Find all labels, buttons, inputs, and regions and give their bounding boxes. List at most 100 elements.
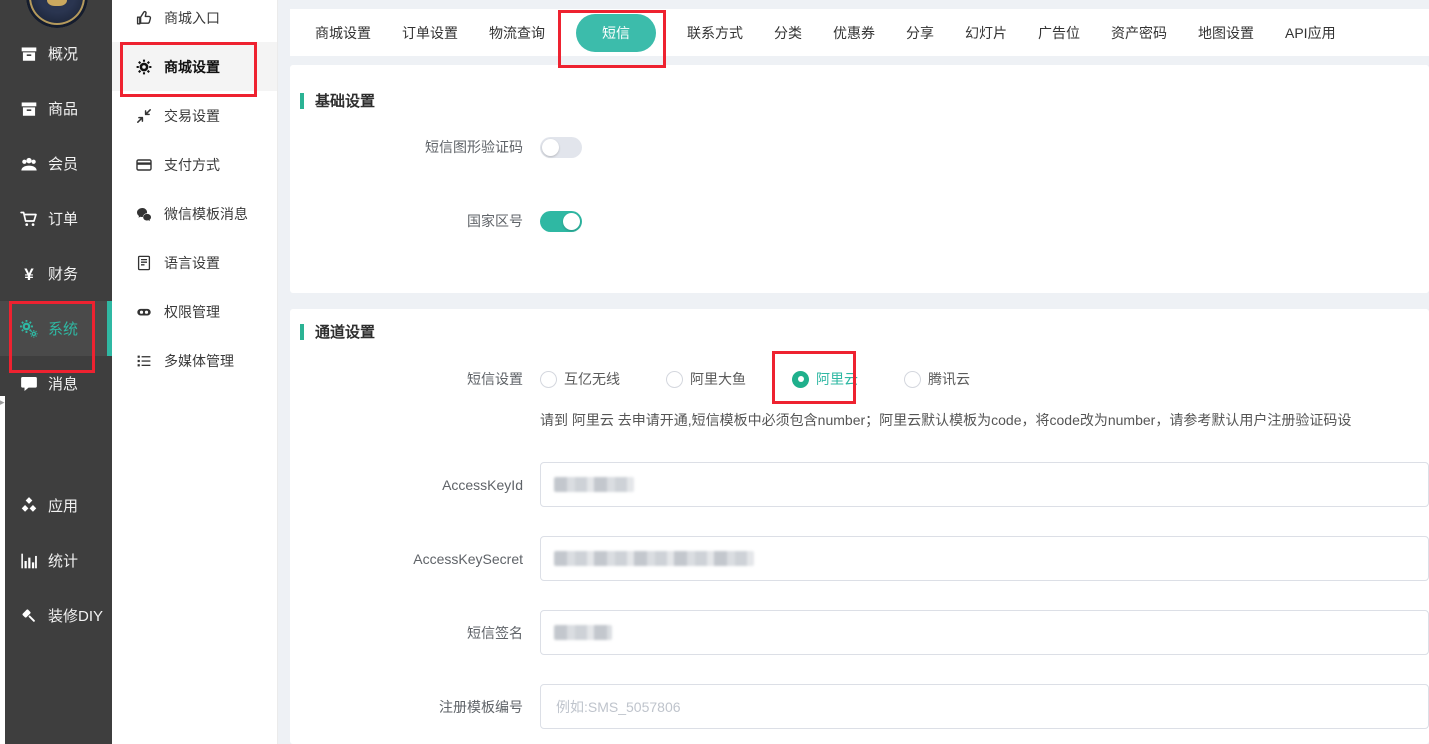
submenu-item-language-settings[interactable]: 语言设置: [112, 238, 277, 287]
apps-cubes-icon: [20, 497, 38, 515]
tab-order-settings[interactable]: 订单设置: [402, 14, 458, 52]
submenu-item-label: 语言设置: [164, 253, 220, 273]
credit-card-icon: [136, 157, 152, 173]
field-label: 短信设置: [290, 369, 540, 389]
tab-map-settings[interactable]: 地图设置: [1198, 14, 1254, 52]
sms-provider-radio-group: 互亿无线 阿里大鱼 阿里云 腾讯云: [540, 369, 970, 389]
submenu-item-label: 商城入口: [164, 8, 220, 28]
primary-nav: 概况 商品 会员 订单 ¥ 财务: [0, 26, 112, 411]
sidebar-item-stats[interactable]: 统计: [0, 533, 112, 588]
submenu-item-label: 多媒体管理: [164, 351, 234, 371]
tab-coupon[interactable]: 优惠券: [833, 14, 875, 52]
finance-yen-icon: ¥: [20, 265, 38, 283]
submenu-item-mall-settings[interactable]: 商城设置: [112, 42, 277, 91]
tab-api-app[interactable]: API应用: [1285, 14, 1336, 52]
field-label: 短信图形验证码: [290, 137, 540, 157]
tab-slideshow[interactable]: 幻灯片: [965, 14, 1007, 52]
aliyun-help-text: 请到 阿里云 去申请开通,短信模板中必须包含number；阿里云默认模板为cod…: [290, 410, 1429, 430]
sidebar-item-label: 财务: [48, 263, 78, 284]
orders-cart-icon: [20, 210, 38, 228]
sidebar-item-system[interactable]: 系统: [0, 301, 112, 356]
gear-icon: [136, 59, 152, 75]
radio-circle-icon: [666, 371, 683, 388]
members-icon: [20, 155, 38, 173]
sidebar-item-label: 会员: [48, 153, 78, 174]
admin-app: 概况 商品 会员 订单 ¥ 财务: [0, 0, 1429, 744]
tab-logistics-query[interactable]: 物流查询: [489, 14, 545, 52]
country-code-row: 国家区号: [290, 193, 1429, 249]
sidebar-item-diy[interactable]: 装修DIY: [0, 588, 112, 643]
sidebar-item-orders[interactable]: 订单: [0, 191, 112, 246]
channel-settings-card: 通道设置 短信设置 互亿无线 阿里大鱼 阿里云 腾讯云: [290, 309, 1429, 744]
submenu-item-payment-methods[interactable]: 支付方式: [112, 140, 277, 189]
section-title: 基础设置: [315, 90, 375, 111]
sidebar-item-apps[interactable]: 应用: [0, 478, 112, 533]
radio-circle-icon: [792, 371, 809, 388]
system-gears-icon: [20, 320, 38, 338]
channel-section-header: 通道设置: [290, 309, 1429, 342]
submenu-item-label: 支付方式: [164, 155, 220, 175]
register-template-row: 注册模板编号: [290, 684, 1429, 729]
radio-huyi-wireless[interactable]: 互亿无线: [540, 369, 620, 389]
accesskeyid-input[interactable]: [540, 462, 1429, 507]
section-title: 通道设置: [315, 321, 375, 342]
submenu-item-label: 权限管理: [164, 302, 220, 322]
panel-collapse-handle[interactable]: ▸: [0, 396, 5, 744]
sms-captcha-row: 短信图形验证码: [290, 119, 1429, 175]
accesskeysecret-input[interactable]: [540, 536, 1429, 581]
diy-gavel-icon: [20, 607, 38, 625]
sidebar-item-finance[interactable]: ¥ 财务: [0, 246, 112, 301]
goods-box-icon: [20, 100, 38, 118]
radio-tencent-cloud[interactable]: 腾讯云: [904, 369, 970, 389]
sidebar-item-label: 装修DIY: [48, 605, 103, 626]
app-logo[interactable]: [26, 0, 88, 28]
sidebar-item-members[interactable]: 会员: [0, 136, 112, 191]
register-template-input[interactable]: [554, 698, 1428, 716]
basic-settings-card: 基础设置 短信图形验证码 国家区号: [290, 65, 1429, 293]
tab-share[interactable]: 分享: [906, 14, 934, 52]
sidebar-item-label: 统计: [48, 550, 78, 571]
primary-nav-bottom: 应用 统计 装修DIY: [0, 478, 112, 643]
radio-alidayu[interactable]: 阿里大鱼: [666, 369, 746, 389]
submenu-item-mall-entrance[interactable]: 商城入口: [112, 0, 277, 42]
field-label: 国家区号: [290, 211, 540, 231]
trade-arrows-icon: [136, 108, 152, 124]
tab-ad-space[interactable]: 广告位: [1038, 14, 1080, 52]
language-doc-icon: [136, 255, 152, 271]
accesskeysecret-row: AccessKeySecret: [290, 536, 1429, 581]
radio-label: 阿里大鱼: [690, 369, 746, 389]
sidebar-item-label: 消息: [48, 373, 78, 394]
tab-asset-password[interactable]: 资产密码: [1111, 14, 1167, 52]
sms-signature-input[interactable]: [540, 610, 1429, 655]
collapse-arrow-icon: ▸: [0, 398, 5, 407]
tab-mall-settings[interactable]: 商城设置: [315, 14, 371, 52]
submenu-item-permissions[interactable]: 权限管理: [112, 287, 277, 336]
tab-sms[interactable]: 短信: [576, 14, 656, 52]
section-accent-bar: [300, 93, 304, 109]
overview-box-icon: [20, 45, 38, 63]
tab-category[interactable]: 分类: [774, 14, 802, 52]
submenu-item-wechat-template[interactable]: 微信模板消息: [112, 189, 277, 238]
register-template-input-box: [540, 684, 1429, 729]
secondary-sidebar: 商城入口 商城设置 交易设置 支付方式 微信模板消息 语言设置 权限管理 多媒: [112, 0, 278, 744]
radio-circle-icon: [540, 371, 557, 388]
radio-aliyun[interactable]: 阿里云: [792, 369, 858, 389]
sidebar-item-label: 订单: [48, 208, 78, 229]
accesskeyid-row: AccessKeyId: [290, 462, 1429, 507]
submenu-item-label: 微信模板消息: [164, 204, 248, 224]
tab-contact[interactable]: 联系方式: [687, 14, 743, 52]
sidebar-item-overview[interactable]: 概况: [0, 26, 112, 81]
submenu-item-trade-settings[interactable]: 交易设置: [112, 91, 277, 140]
sidebar-item-goods[interactable]: 商品: [0, 81, 112, 136]
media-list-icon: [136, 353, 152, 369]
masked-value: [554, 625, 612, 640]
radio-label: 阿里云: [816, 369, 858, 389]
sidebar-item-messages[interactable]: 消息: [0, 356, 112, 411]
submenu-item-media[interactable]: 多媒体管理: [112, 336, 277, 385]
country-code-toggle[interactable]: [540, 211, 582, 232]
sidebar-item-label: 系统: [48, 318, 78, 339]
sms-captcha-toggle[interactable]: [540, 137, 582, 158]
radio-circle-icon: [904, 371, 921, 388]
message-bubble-icon: [20, 375, 38, 393]
permission-icon: [136, 304, 152, 320]
